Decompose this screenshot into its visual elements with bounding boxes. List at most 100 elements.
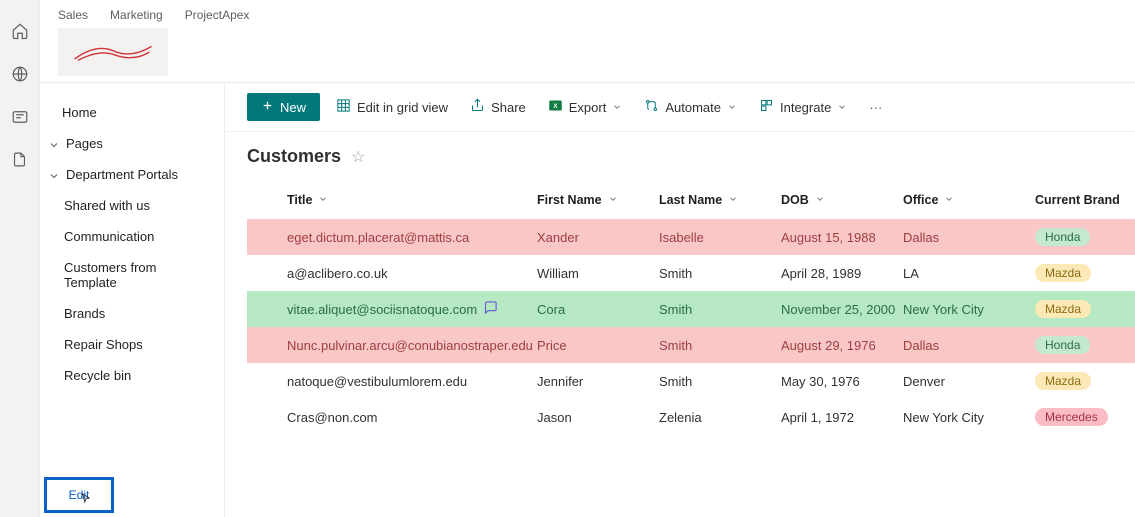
col-dob[interactable]: DOB <box>781 193 903 207</box>
integrate-button[interactable]: Integrate <box>753 94 853 120</box>
col-label: First Name <box>537 193 602 207</box>
chevron-down-icon <box>727 100 737 115</box>
table-header: Title First Name Last Name DOB Office Cu… <box>247 181 1135 219</box>
site-logo[interactable] <box>58 28 168 76</box>
brand-pill: Mazda <box>1035 264 1091 282</box>
customers-table: Title First Name Last Name DOB Office Cu… <box>247 181 1135 435</box>
breadcrumb: Sales Marketing ProjectApex <box>58 8 1135 22</box>
table-row[interactable]: Cras@non.comJasonZeleniaApril 1, 1972New… <box>247 399 1135 435</box>
cell-dob: April 28, 1989 <box>781 266 903 281</box>
grid-icon <box>336 98 351 116</box>
cell-first: William <box>537 266 659 281</box>
nav-group-department[interactable]: Department Portals <box>40 159 224 190</box>
news-icon[interactable] <box>11 108 29 129</box>
table-row[interactable]: eget.dictum.placerat@mattis.caXanderIsab… <box>247 219 1135 255</box>
nav-item-communication[interactable]: Communication <box>40 221 224 252</box>
cell-last: Smith <box>659 338 781 353</box>
cell-office: Denver <box>903 374 1035 389</box>
col-label: Office <box>903 193 938 207</box>
share-button[interactable]: Share <box>464 94 532 120</box>
chevron-down-icon <box>612 100 622 115</box>
chevron-down-icon <box>728 193 738 207</box>
col-label: Current Brand <box>1035 193 1120 207</box>
col-label: Last Name <box>659 193 722 207</box>
col-title[interactable]: Title <box>287 193 537 207</box>
site-header: Sales Marketing ProjectApex <box>40 0 1135 82</box>
col-label: DOB <box>781 193 809 207</box>
breadcrumb-item[interactable]: Sales <box>58 8 88 22</box>
cell-dob: November 25, 2000 <box>781 302 903 317</box>
cursor-icon <box>79 492 93 506</box>
plus-icon <box>261 99 274 115</box>
nav-item-customers-template[interactable]: Customers from Template <box>40 252 224 298</box>
breadcrumb-item[interactable]: ProjectApex <box>185 8 250 22</box>
brand-pill: Mazda <box>1035 300 1091 318</box>
favorite-star-icon[interactable]: ☆ <box>351 147 365 167</box>
breadcrumb-item[interactable]: Marketing <box>110 8 163 22</box>
col-first[interactable]: First Name <box>537 193 659 207</box>
cell-dob: April 1, 1972 <box>781 410 903 425</box>
cmd-label: Edit in grid view <box>357 100 448 115</box>
more-commands-button[interactable]: ··· <box>863 100 888 115</box>
cell-last: Isabelle <box>659 230 781 245</box>
cmd-label: Integrate <box>780 100 831 115</box>
globe-icon[interactable] <box>11 65 29 86</box>
cell-last: Smith <box>659 266 781 281</box>
chevron-down-icon <box>48 136 60 151</box>
table-row[interactable]: a@aclibero.co.ukWilliamSmithApril 28, 19… <box>247 255 1135 291</box>
cell-office: Dallas <box>903 230 1035 245</box>
comment-icon[interactable] <box>483 300 498 318</box>
cell-brand: Honda <box>1035 228 1130 246</box>
table-row[interactable]: Nunc.pulvinar.arcu@conubianostraper.eduP… <box>247 327 1135 363</box>
nav-item-repair-shops[interactable]: Repair Shops <box>40 329 224 360</box>
cell-office: Dallas <box>903 338 1035 353</box>
nav-group-pages[interactable]: Pages <box>40 128 224 159</box>
cell-brand: Honda <box>1035 336 1130 354</box>
col-last[interactable]: Last Name <box>659 193 781 207</box>
chevron-down-icon <box>608 193 618 207</box>
home-icon[interactable] <box>11 22 29 43</box>
cell-title[interactable]: natoque@vestibulumlorem.edu <box>287 374 537 389</box>
edit-nav-button[interactable]: Edit <box>44 477 114 513</box>
share-icon <box>470 98 485 116</box>
cell-title[interactable]: Nunc.pulvinar.arcu@conubianostraper.edu <box>287 338 537 353</box>
nav-item-shared[interactable]: Shared with us <box>40 190 224 221</box>
command-bar: New Edit in grid view Share X Export <box>225 83 1135 132</box>
col-office[interactable]: Office <box>903 193 1035 207</box>
page-icon[interactable] <box>11 151 28 171</box>
cell-office: LA <box>903 266 1035 281</box>
automate-button[interactable]: Automate <box>638 94 743 120</box>
brand-pill: Mazda <box>1035 372 1091 390</box>
nav-item-recycle-bin[interactable]: Recycle bin <box>40 360 224 391</box>
cell-title[interactable]: Cras@non.com <box>287 410 537 425</box>
chevron-down-icon <box>815 193 825 207</box>
cell-dob: August 15, 1988 <box>781 230 903 245</box>
cell-title[interactable]: eget.dictum.placerat@mattis.ca <box>287 230 537 245</box>
cell-title[interactable]: vitae.aliquet@sociisnatoque.com <box>287 300 537 318</box>
table-row[interactable]: natoque@vestibulumlorem.eduJenniferSmith… <box>247 363 1135 399</box>
col-brand[interactable]: Current Brand <box>1035 193 1130 207</box>
cmd-label: Export <box>569 100 607 115</box>
cell-last: Zelenia <box>659 410 781 425</box>
brand-pill: Mercedes <box>1035 408 1108 426</box>
nav-home[interactable]: Home <box>40 97 224 128</box>
table-row[interactable]: vitae.aliquet@sociisnatoque.comCoraSmith… <box>247 291 1135 327</box>
chevron-down-icon <box>944 193 954 207</box>
cell-brand: Mazda <box>1035 300 1130 318</box>
brand-pill: Honda <box>1035 228 1090 246</box>
cell-last: Smith <box>659 302 781 317</box>
edit-grid-button[interactable]: Edit in grid view <box>330 94 454 120</box>
cell-brand: Mazda <box>1035 264 1130 282</box>
nav-group-label: Department Portals <box>66 167 178 182</box>
export-button[interactable]: X Export <box>542 94 629 120</box>
page-title: Customers <box>247 146 341 167</box>
chevron-down-icon <box>48 167 60 182</box>
new-button[interactable]: New <box>247 93 320 121</box>
cell-first: Price <box>537 338 659 353</box>
chevron-down-icon <box>837 100 847 115</box>
cell-last: Smith <box>659 374 781 389</box>
cell-dob: May 30, 1976 <box>781 374 903 389</box>
cell-office: New York City <box>903 410 1035 425</box>
nav-item-brands[interactable]: Brands <box>40 298 224 329</box>
cell-title[interactable]: a@aclibero.co.uk <box>287 266 537 281</box>
